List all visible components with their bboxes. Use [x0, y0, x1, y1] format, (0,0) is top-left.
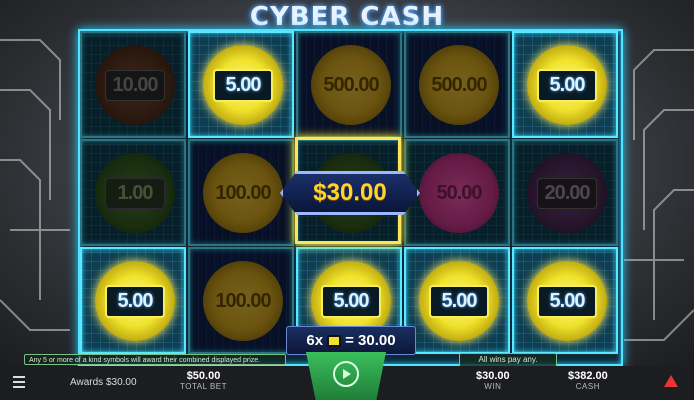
- reel-cell: 500.00: [296, 31, 402, 138]
- coin-symbol-icon: 10.00: [95, 45, 175, 125]
- coin-symbol-icon: 5.00: [95, 261, 175, 341]
- reel-cell: 100.00: [188, 247, 294, 354]
- total-bet-value: $50.00: [186, 370, 221, 382]
- coin-symbol-icon: 1.00: [95, 153, 175, 233]
- reel-cell: 5.00: [80, 247, 186, 354]
- coin-value: 1.00: [105, 177, 165, 209]
- total-bet-display[interactable]: $50.00 TOTAL BET: [180, 370, 227, 391]
- reel-cell: 5.00: [404, 247, 510, 354]
- coin-symbol-icon: 500.00: [311, 45, 391, 125]
- coin-symbol-icon: 5.00: [527, 261, 607, 341]
- cash-value: $382.00: [568, 370, 608, 382]
- reel-cell: 5.00: [512, 247, 618, 354]
- circuit-decoration-left: [0, 39, 70, 331]
- coin-symbol-icon: 50.00: [419, 153, 499, 233]
- game-title: CYBER CASH: [249, 2, 445, 32]
- coin-symbol-icon: 20.00: [527, 153, 607, 233]
- cash-label: CASH: [575, 382, 600, 391]
- win-value: $30.00: [476, 370, 510, 382]
- reel-cell: 500.00: [404, 31, 510, 138]
- awards-text: Awards $30.00: [70, 377, 137, 388]
- combo-total: = 30.00: [345, 332, 396, 349]
- coin-value: 5.00: [537, 68, 597, 102]
- coin-value: 50.00: [436, 181, 482, 204]
- coin-value: 20.00: [537, 177, 597, 209]
- paytable-info-message: Any 5 or more of a kind symbols will awa…: [24, 354, 286, 365]
- coin-value: 5.00: [213, 68, 273, 102]
- coin-value: 5.00: [537, 284, 597, 318]
- coin-value: 10.00: [105, 69, 165, 101]
- reel-cell: 5.00: [188, 31, 294, 138]
- win-display: $30.00 WIN: [476, 370, 510, 391]
- wins-pay-info-message: All wins pay any.: [459, 353, 557, 367]
- brand-logo-icon: [664, 375, 678, 387]
- coin-symbol-icon: 100.00: [203, 261, 283, 341]
- reel-cell: 1.00: [80, 139, 186, 246]
- play-icon[interactable]: [333, 361, 359, 387]
- total-bet-label: TOTAL BET: [180, 382, 228, 391]
- coin-value: 100.00: [215, 181, 271, 204]
- coin-value: 500.00: [323, 73, 379, 96]
- coin-symbol-icon: 5.00: [527, 45, 607, 125]
- win-amount-badge: $30.00: [280, 171, 420, 215]
- coin-symbol-icon: 100.00: [203, 153, 283, 233]
- cash-display: $382.00 CASH: [568, 370, 608, 391]
- reel-cell: 100.00: [188, 139, 294, 246]
- winning-combo-summary: 6x = 30.00: [286, 326, 416, 355]
- coin-symbol-icon: 5.00: [419, 261, 499, 341]
- coin-value: 5.00: [429, 284, 489, 318]
- win-label: WIN: [484, 382, 502, 391]
- reel-cell: 20.00: [512, 139, 618, 246]
- reel-cell: 10.00: [80, 31, 186, 138]
- reel-cell: 5.00: [512, 31, 618, 138]
- coin-symbol-icon: 500.00: [419, 45, 499, 125]
- coin-symbol-icon: 5.00: [203, 45, 283, 125]
- coin-value: 5.00: [321, 284, 381, 318]
- combo-count: 6x: [306, 332, 324, 349]
- coin-value: 5.00: [105, 284, 165, 318]
- coin-value: 500.00: [431, 73, 487, 96]
- menu-icon[interactable]: [13, 376, 25, 388]
- coin-symbol-icon: [327, 334, 342, 347]
- coin-value: 100.00: [215, 289, 271, 312]
- reel-cell: 50.00: [404, 139, 510, 246]
